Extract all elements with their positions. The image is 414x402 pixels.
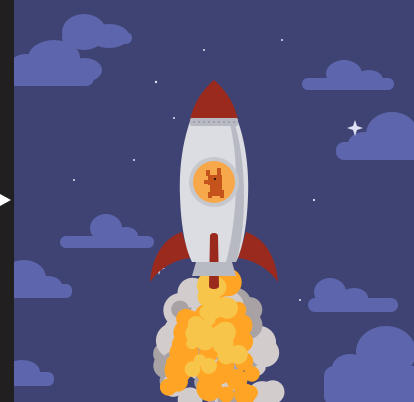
rivet <box>228 121 230 123</box>
rivet <box>193 121 195 123</box>
flame-core-blob <box>218 321 236 339</box>
flame-core-blob <box>206 297 221 312</box>
rivet <box>233 121 235 123</box>
flame-blob <box>218 386 235 402</box>
star-dot <box>312 198 316 202</box>
rivet <box>213 121 215 123</box>
flame-core-blob <box>200 357 217 374</box>
rocket-nozzle <box>192 262 236 276</box>
rocket-illustration <box>14 0 414 402</box>
rivet <box>208 121 210 123</box>
flame-blob <box>243 385 258 400</box>
rivet <box>223 121 225 123</box>
star-dot <box>299 299 301 301</box>
flame-core-blob <box>184 361 201 378</box>
star-dot <box>133 159 135 161</box>
star-dot <box>73 179 75 181</box>
illustration-viewer <box>0 0 414 402</box>
play-arrow-icon[interactable] <box>0 194 11 206</box>
rivet <box>203 121 205 123</box>
flame-blob <box>170 371 185 386</box>
flame-core-blob <box>196 319 213 336</box>
rocket-rivets <box>193 121 235 123</box>
star-dot <box>281 39 283 41</box>
star-dot <box>154 80 158 84</box>
rivet <box>218 121 220 123</box>
flame-core-blob <box>217 346 236 365</box>
star-dot <box>173 117 175 119</box>
rocket-center-strut <box>209 233 219 289</box>
star-dot <box>203 49 205 51</box>
smoke-puff <box>250 338 280 368</box>
rivet <box>198 121 200 123</box>
